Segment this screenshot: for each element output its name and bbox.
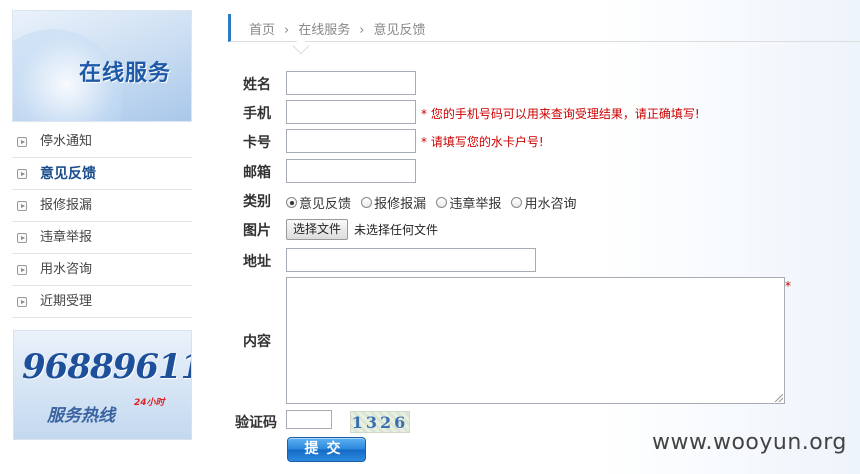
sidebar: 在线服务 停水通知 意见反馈 报修报漏 违章举报 用水咨询 近期受理 96889… — [0, 0, 200, 474]
category-label: 类别 — [243, 194, 271, 210]
category-option-label: 报修报漏 — [374, 197, 427, 212]
email-field[interactable] — [286, 159, 416, 183]
watermark: www.wooyun.org — [652, 430, 847, 455]
file-status: 未选择任何文件 — [354, 223, 439, 237]
banner-title: 在线服务 — [79, 61, 172, 86]
sidebar-item-label: 用水咨询 — [40, 262, 93, 277]
arrow-bullet-icon — [17, 169, 27, 179]
resize-grip-icon[interactable] — [775, 394, 783, 402]
content-label: 内容 — [243, 334, 271, 350]
radio-unchecked-icon[interactable] — [436, 197, 448, 208]
captcha-label: 验证码 — [235, 415, 277, 431]
card-hint: * 请填写您的水卡户号! — [421, 135, 544, 149]
sidebar-item-label: 停水通知 — [40, 134, 93, 149]
arrow-bullet-icon — [17, 201, 27, 211]
sidebar-item-label: 违章举报 — [40, 230, 93, 245]
sidebar-item-water-consult[interactable]: 用水咨询 — [12, 254, 192, 286]
card-label: 卡号 — [243, 135, 271, 151]
radio-checked-icon[interactable] — [286, 197, 297, 208]
breadcrumb-online-service-link[interactable]: 在线服务 — [298, 23, 350, 38]
breadcrumb: 首页 › 在线服务 › 意见反馈 — [249, 19, 425, 38]
phone-label: 手机 — [243, 106, 271, 122]
content-textarea[interactable] — [286, 277, 785, 404]
arrow-bullet-icon — [17, 137, 27, 147]
hotline-banner: 96889611 服务热线 24小时 — [13, 330, 192, 440]
address-label: 地址 — [243, 254, 271, 270]
submit-button[interactable]: 提交 — [287, 437, 366, 462]
captcha-text: 1326 — [351, 413, 409, 432]
hotline-label: 服务热线 — [47, 406, 115, 426]
chevron-right-icon: › — [284, 23, 290, 38]
breadcrumb-bar: 首页 › 在线服务 › 意见反馈 — [228, 14, 860, 55]
online-service-banner: 在线服务 — [12, 10, 192, 122]
sidebar-menu: 停水通知 意见反馈 报修报漏 违章举报 用水咨询 近期受理 — [12, 126, 192, 318]
hotline-number: 96889611 — [22, 347, 192, 387]
sidebar-item-label: 近期受理 — [40, 294, 93, 309]
content-required-mark: * — [785, 279, 791, 293]
card-field[interactable] — [286, 129, 416, 153]
category-option-feedback[interactable]: 意见反馈 — [286, 193, 351, 212]
chevron-right-icon: › — [359, 23, 365, 38]
sidebar-item-label: 意见反馈 — [40, 166, 96, 182]
radio-unchecked-icon[interactable] — [511, 197, 523, 208]
email-label: 邮箱 — [243, 165, 271, 181]
breadcrumb-home-link[interactable]: 首页 — [249, 23, 275, 38]
phone-field[interactable] — [286, 100, 416, 124]
category-option-label: 违章举报 — [449, 197, 502, 212]
choose-file-button[interactable]: 选择文件 — [286, 219, 349, 240]
phone-hint: * 您的手机号码可以用来查询受理结果，请正确填写! — [421, 107, 700, 121]
hotline-hours: 24小时 — [134, 398, 165, 408]
sidebar-item-repair-report[interactable]: 报修报漏 — [12, 190, 192, 222]
category-option-consult[interactable]: 用水咨询 — [511, 193, 576, 212]
sidebar-item-recent-cases[interactable]: 近期受理 — [12, 286, 192, 318]
category-option-label: 用水咨询 — [524, 197, 577, 212]
image-label: 图片 — [243, 223, 271, 239]
sidebar-item-label: 报修报漏 — [40, 198, 93, 213]
radio-unchecked-icon[interactable] — [361, 197, 373, 208]
category-radio-group: 意见反馈 报修报漏 违章举报 用水咨询 — [286, 193, 582, 212]
arrow-bullet-icon — [17, 297, 27, 307]
name-label: 姓名 — [243, 77, 271, 93]
breadcrumb-pointer — [292, 37, 310, 55]
sidebar-item-feedback[interactable]: 意见反馈 — [12, 158, 192, 190]
arrow-bullet-icon — [17, 233, 27, 243]
captcha-image[interactable]: 1326 — [350, 411, 410, 433]
address-field[interactable] — [286, 248, 536, 272]
name-field[interactable] — [286, 71, 416, 95]
sidebar-item-violation-report[interactable]: 违章举报 — [12, 222, 192, 254]
breadcrumb-current: 意见反馈 — [373, 23, 426, 38]
arrow-bullet-icon — [17, 265, 27, 275]
sidebar-item-outage-notice[interactable]: 停水通知 — [12, 126, 192, 158]
category-option-repair[interactable]: 报修报漏 — [361, 193, 426, 212]
captcha-field[interactable] — [286, 410, 332, 429]
category-option-label: 意见反馈 — [299, 197, 352, 212]
category-option-violation[interactable]: 违章举报 — [436, 193, 501, 212]
